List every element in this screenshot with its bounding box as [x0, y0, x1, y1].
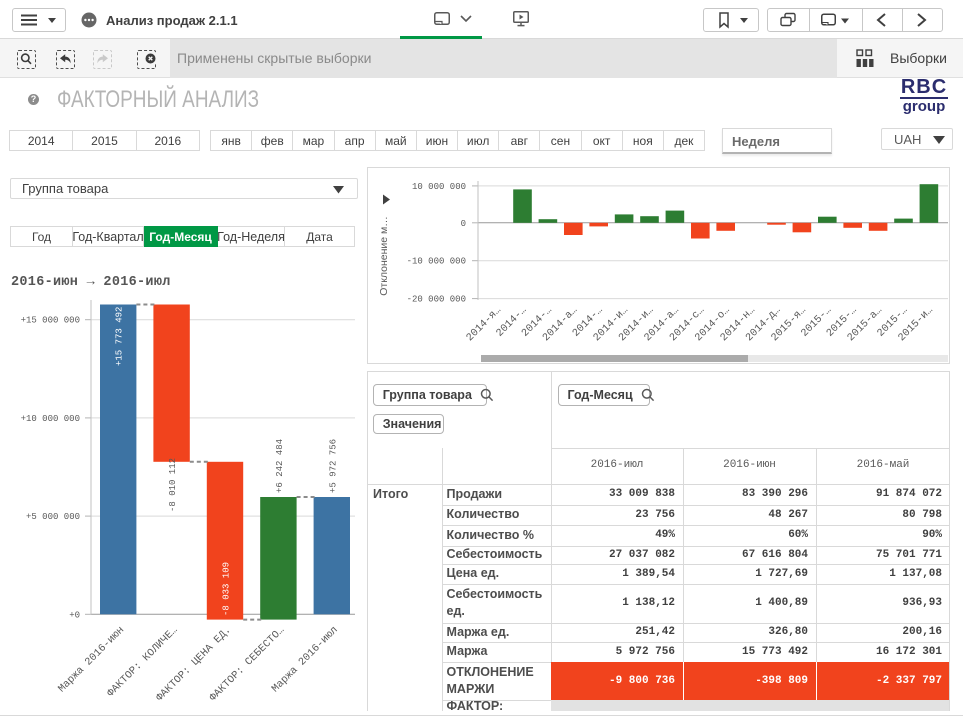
svg-text:0: 0: [461, 219, 466, 229]
svg-text:-8 010 112: -8 010 112: [168, 458, 178, 512]
svg-text:-10 000 000: -10 000 000: [407, 257, 466, 267]
svg-text:+10 000 000: +10 000 000: [21, 414, 80, 424]
svg-text:+5 972 756: +5 972 756: [328, 439, 338, 493]
svg-text:+6 242 484: +6 242 484: [275, 439, 285, 493]
svg-text:-8 033 109: -8 033 109: [222, 562, 232, 616]
svg-text:2014-я…: 2014-я…: [464, 304, 504, 344]
svg-text:+15 000 000: +15 000 000: [21, 316, 80, 326]
svg-text:+15 773 492: +15 773 492: [115, 307, 125, 366]
svg-text:+0: +0: [69, 610, 80, 620]
svg-text:+5 000 000: +5 000 000: [26, 512, 80, 522]
svg-text:Отклонение м…: Отклонение м…: [378, 216, 390, 296]
svg-text:10 000 000: 10 000 000: [412, 182, 466, 192]
svg-text:-20 000 000: -20 000 000: [407, 295, 466, 305]
